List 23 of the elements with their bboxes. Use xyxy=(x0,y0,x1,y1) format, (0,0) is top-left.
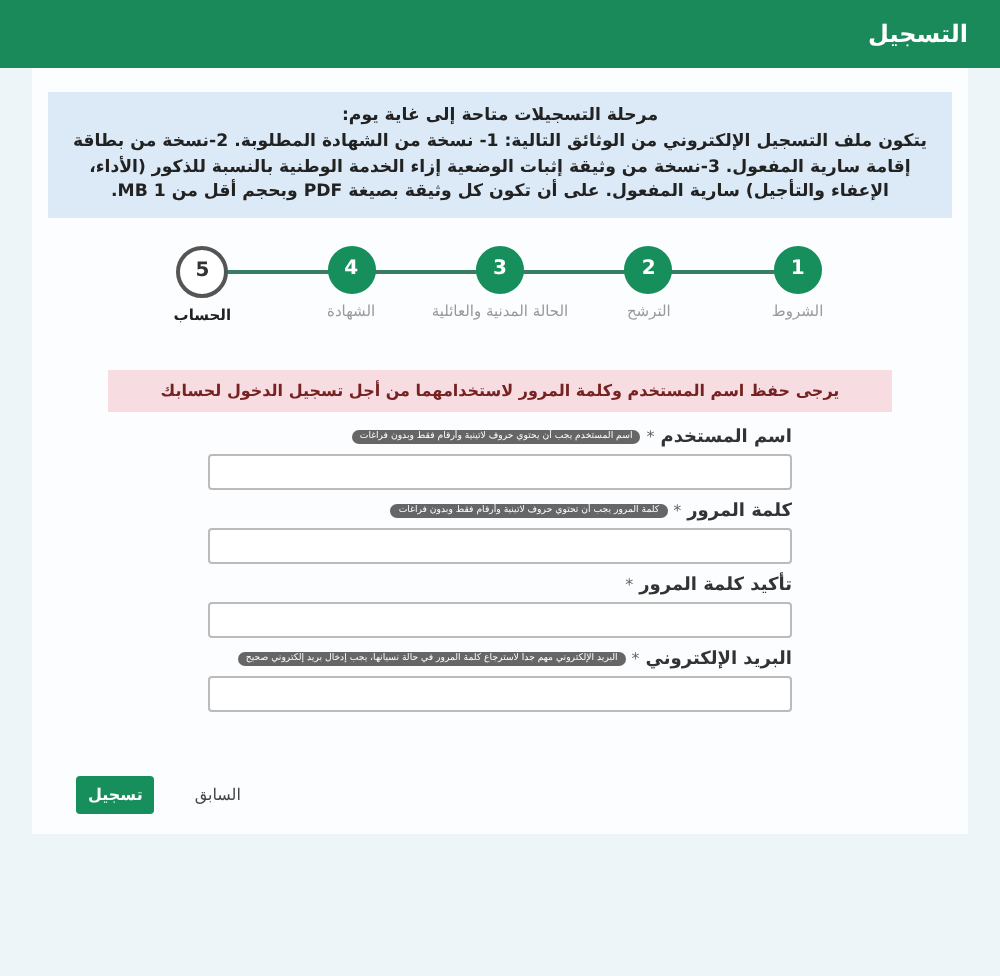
step-circle: 2 xyxy=(624,245,673,294)
alert-text: يرجى حفظ اسم المستخدم وكلمة المرور لاستخدامهما من أجل تسجيل الدخول لحسابك xyxy=(160,381,840,400)
required-mark: * xyxy=(625,576,634,595)
field-label: كلمة المرور xyxy=(687,501,792,522)
previous-button[interactable]: السابق xyxy=(194,785,241,804)
page-title: التسجيل xyxy=(868,20,968,48)
step-circle: 1 xyxy=(773,245,822,294)
input-field[interactable] xyxy=(208,453,792,490)
field-label: البريد الإلكتروني xyxy=(645,649,792,670)
step-circle: 5 xyxy=(176,245,229,298)
input-field[interactable] xyxy=(208,675,792,712)
input-field[interactable] xyxy=(208,601,792,638)
input-field[interactable] xyxy=(208,527,792,564)
required-mark: * xyxy=(631,650,640,669)
notice-title: مرحلة التسجيلات متاحة إلى غاية يوم: xyxy=(339,104,661,129)
step-circle: 3 xyxy=(475,245,524,294)
notice-text: يتكون ملف التسجيل الإلكتروني من الوثائق التالية: 1- نسخة من الشهادة المطلوبة. 2-نسخة من بطاقة إقامة سارية المفعول. 3-نسخة من وثيقة إثبات الوضعية إزاء الخدمة الوطنية بالنسبة للذكور (الأداء، الإعفاء والتأجيل) سارية المفعول. على أن تكون كل وثيقة بصيغة PDF وبحجم أقل من 1 MB. xyxy=(72,130,928,206)
required-mark: * xyxy=(646,428,655,447)
field-label: تأكيد كلمة المرور xyxy=(639,575,792,596)
register-button[interactable]: تسجيل xyxy=(76,775,155,814)
required-mark: * xyxy=(673,502,682,521)
step-circle: 4 xyxy=(327,245,376,294)
field-label: اسم المستخدم xyxy=(660,427,792,448)
